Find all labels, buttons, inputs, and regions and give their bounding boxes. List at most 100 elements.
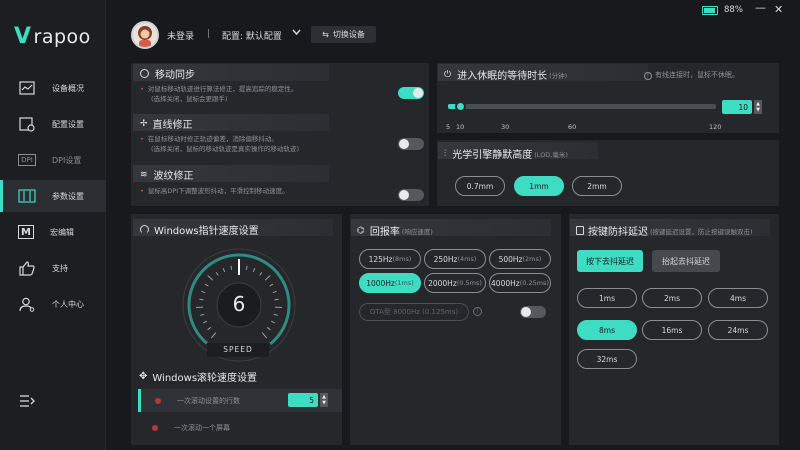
dial-tick — [273, 313, 278, 316]
sleep-tick: 120 — [709, 123, 722, 131]
sidebar-item-personal[interactable]: 个人中心 — [0, 288, 106, 320]
sleep-title: ⏻ 进入休眠的等待时长 (分钟) — [444, 69, 568, 83]
polling-option-4000hz[interactable]: 4000Hz (0.25ms) — [489, 273, 551, 293]
dial-tick — [245, 265, 248, 270]
ripple-toggle[interactable] — [398, 189, 424, 201]
battery-percent: 88% — [724, 5, 743, 15]
debounce-option-24ms[interactable]: 24ms — [708, 320, 768, 340]
dial-tick — [203, 320, 208, 324]
scroll-screen-option[interactable]: 一次滚动一个屏幕 — [138, 416, 342, 439]
rapoo-logo: Vrapoo — [14, 24, 91, 49]
close-button[interactable]: ✕ — [774, 3, 783, 16]
dial-tick — [269, 283, 274, 287]
sidebar: Vrapoo 设备概况 配置设置 DPI DPI设置 参数设置 M 宏编辑 支持 — [0, 0, 106, 450]
equalizer-icon: ⫶ — [444, 148, 447, 159]
speed-value: 6 — [232, 292, 246, 316]
sidebar-item-support[interactable]: 支持 — [0, 252, 106, 284]
key-icon — [576, 226, 584, 235]
sidebar-item-label: 个人中心 — [52, 299, 84, 309]
stepper-arrows[interactable]: ▲ ▼ — [754, 100, 762, 114]
ota-toggle[interactable] — [520, 306, 546, 318]
tab-press-debounce[interactable]: 按下去抖延迟 — [577, 250, 643, 272]
swap-icon: ⇆ — [322, 30, 329, 39]
sync-icon — [140, 69, 149, 78]
minimize-button[interactable]: — — [755, 1, 766, 14]
lod-option-1mm[interactable]: 1mm — [514, 176, 564, 196]
ripple-note: • 鼠标高DPI下调整波形抖动，平滑控制移动速度。 — [140, 187, 289, 195]
dial-tick — [264, 275, 271, 281]
dial-tick — [199, 298, 204, 301]
macro-icon: M — [18, 225, 34, 239]
debounce-option-1ms[interactable]: 1ms — [577, 288, 637, 308]
debounce-title: 按键防抖延迟 (按键延迟设置，防止按键误触双击) — [576, 223, 753, 238]
sleep-tick: 30 — [501, 123, 510, 131]
sidebar-item-label: 参数设置 — [52, 191, 84, 201]
motion-sync-title: 移动同步 — [140, 66, 195, 81]
info-icon[interactable]: ! — [473, 307, 482, 316]
sleep-value[interactable]: 10 — [722, 100, 752, 114]
polling-option-125hz[interactable]: 125Hz (8ms) — [359, 249, 421, 269]
speed-label: SPEED — [207, 343, 269, 357]
login-status[interactable]: 未登录 — [167, 29, 194, 42]
dial-tick — [261, 332, 268, 339]
header-separator: | — [207, 29, 211, 39]
dial-tick — [207, 326, 212, 331]
angle-snap-icon: ✢ — [140, 118, 148, 129]
radio-icon — [155, 397, 161, 404]
battery-icon — [702, 6, 718, 15]
ota-8000hz-option[interactable]: OTA型 8000Hz (0.125ms) — [359, 303, 469, 321]
thumbs-up-icon — [18, 260, 36, 276]
dial-tick — [230, 265, 233, 270]
sidebar-item-label: 宏编辑 — [50, 227, 74, 237]
sidebar-item-parameters[interactable]: 参数设置 — [0, 180, 106, 212]
dial-tick — [266, 326, 271, 331]
sleep-slider-handle[interactable] — [454, 101, 466, 112]
dial-tick — [274, 298, 279, 301]
stepper-arrows[interactable]: ▲ ▼ — [320, 393, 328, 407]
polling-option-250hz[interactable]: 250Hz (4ms) — [424, 249, 486, 269]
polling-option-2000hz[interactable]: 2000Hz (0.5ms) — [424, 273, 486, 293]
tab-release-debounce[interactable]: 抬起去抖延迟 — [652, 250, 720, 272]
angle-snap-toggle[interactable] — [398, 138, 424, 150]
dial-tick — [222, 268, 226, 273]
sidebar-item-label: 配置设置 — [52, 119, 84, 129]
polling-title: ⌬ 回报率 (响应速度) — [357, 225, 433, 239]
debounce-option-8ms[interactable]: 8ms — [577, 320, 637, 340]
sidebar-item-device-overview[interactable]: 设备概况 — [0, 72, 106, 104]
lod-option-2mm[interactable]: 2mm — [572, 176, 622, 196]
polling-option-500hz[interactable]: 500Hz (2ms) — [489, 249, 551, 269]
sleep-slider-track[interactable] — [448, 101, 716, 112]
scroll-lines-stepper[interactable]: 5 ▲ ▼ — [288, 393, 328, 407]
debounce-option-4ms[interactable]: 4ms — [708, 288, 768, 308]
ripple-icon: ≋ — [140, 169, 148, 180]
radio-icon — [152, 424, 158, 431]
dial-tick — [259, 271, 263, 276]
avatar[interactable] — [131, 21, 159, 49]
user-icon — [18, 296, 36, 312]
switch-device-label: 切换设备 — [332, 30, 365, 39]
sidebar-item-dpi[interactable]: DPI DPI设置 — [0, 144, 106, 176]
debounce-option-2ms[interactable]: 2ms — [642, 288, 702, 308]
power-icon: ⏻ — [444, 69, 452, 80]
lod-option-0.7mm[interactable]: 0.7mm — [455, 176, 505, 196]
windows-scroll-title: ✥ Windows滚轮速度设置 — [139, 371, 258, 384]
chevron-down-icon[interactable] — [292, 29, 301, 38]
info-icon: ! — [644, 72, 652, 80]
motion-sync-toggle[interactable] — [398, 87, 424, 99]
config-label[interactable]: 配置: 默认配置 — [222, 29, 282, 42]
polling-option-1000hz[interactable]: 1000Hz (1ms) — [359, 273, 421, 293]
debounce-option-16ms[interactable]: 16ms — [642, 320, 702, 340]
sidebar-item-config[interactable]: 配置设置 — [0, 108, 106, 140]
dial-tick — [215, 271, 219, 276]
dial-tick — [210, 332, 217, 339]
gauge-icon — [140, 225, 149, 234]
sleep-value-stepper[interactable]: 10 ▲ ▼ — [722, 100, 762, 114]
sidebar-item-macro[interactable]: M 宏编辑 — [0, 216, 106, 248]
dial-tick — [272, 290, 277, 294]
switch-device-button[interactable]: ⇆ 切换设备 — [311, 26, 376, 43]
menu-collapse-icon[interactable] — [19, 395, 35, 409]
debounce-option-32ms[interactable]: 32ms — [577, 349, 637, 369]
dial-tick — [207, 275, 214, 281]
scroll-lines-value[interactable]: 5 — [288, 393, 318, 407]
sleep-tick: 5 — [446, 123, 451, 131]
